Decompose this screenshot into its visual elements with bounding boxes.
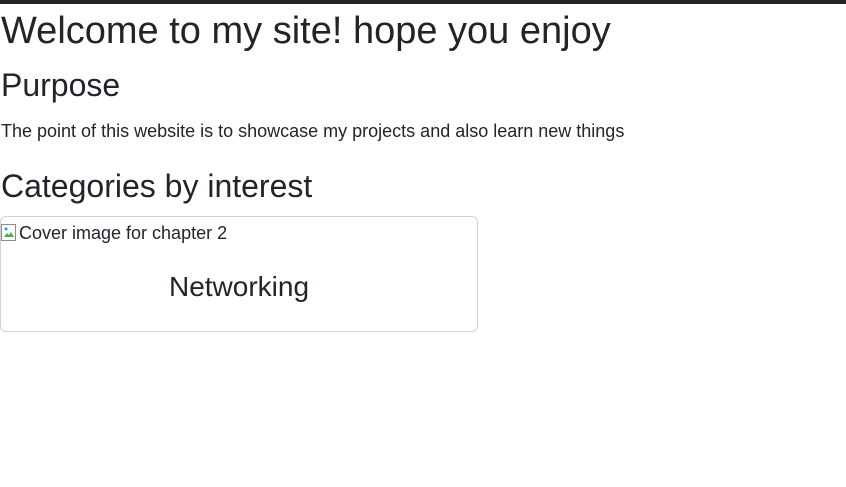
broken-image-icon xyxy=(1,224,17,242)
purpose-heading: Purpose xyxy=(1,67,121,103)
top-border xyxy=(0,0,846,4)
welcome-heading: Welcome to my site! hope you enjoy xyxy=(1,10,611,52)
card-image-alt-text: Cover image for chapter 2 xyxy=(19,223,228,243)
card-cover-image: Cover image for chapter 2 xyxy=(1,222,227,244)
card-title[interactable]: Networking xyxy=(1,270,477,304)
categories-heading: Categories by interest xyxy=(1,168,313,204)
category-card-networking[interactable]: Cover image for chapter 2 Networking xyxy=(0,216,478,332)
purpose-text: The point of this website is to showcase… xyxy=(1,121,625,141)
